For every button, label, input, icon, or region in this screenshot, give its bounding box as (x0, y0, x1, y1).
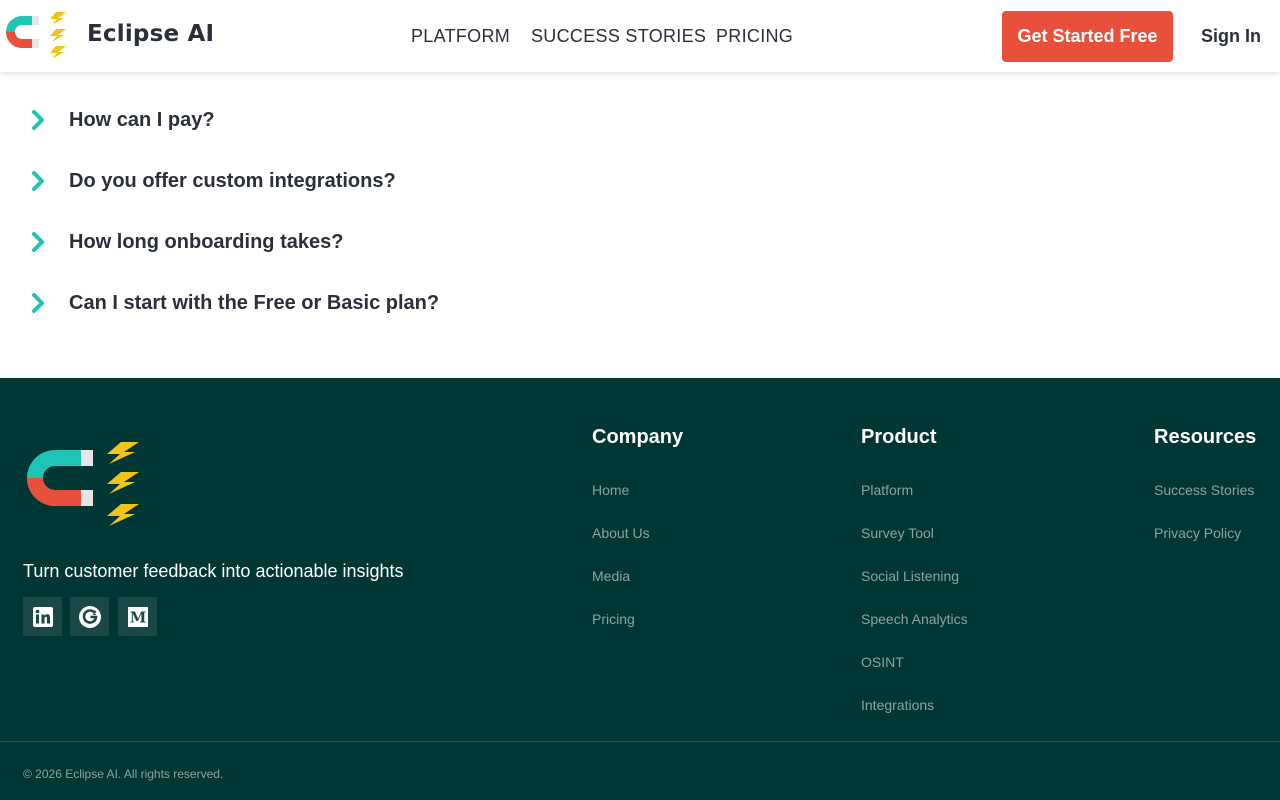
faq-item-payment[interactable]: How can I pay? (28, 105, 215, 135)
magnet-logo-icon (27, 442, 139, 526)
faq-question: How long onboarding takes? (69, 230, 344, 253)
footer-link-success-stories[interactable]: Success Stories (1154, 482, 1254, 498)
nav-pricing[interactable]: PRICING (716, 26, 793, 47)
linkedin-button[interactable] (23, 597, 62, 636)
chevron-right-icon (28, 292, 48, 314)
nav-platform[interactable]: PLATFORM (411, 26, 510, 47)
footer-link-speech-analytics[interactable]: Speech Analytics (861, 611, 968, 627)
sign-in-link[interactable]: Sign In (1201, 26, 1261, 47)
faq-item-onboarding[interactable]: How long onboarding takes? (28, 227, 343, 257)
medium-button[interactable]: M (118, 597, 157, 636)
brand-logo[interactable] (4, 12, 70, 60)
footer-link-pricing[interactable]: Pricing (592, 611, 635, 627)
footer-link-integrations[interactable]: Integrations (861, 697, 934, 713)
chevron-right-icon (28, 231, 48, 253)
faq-question: Do you offer custom integrations? (69, 169, 396, 192)
site-footer: Turn customer feedback into actionable i… (0, 378, 1280, 800)
linkedin-icon (32, 606, 53, 627)
footer-link-social-listening[interactable]: Social Listening (861, 568, 959, 584)
svg-text:M: M (129, 608, 146, 626)
faq-item-integrations[interactable]: Do you offer custom integrations? (28, 166, 396, 196)
footer-link-survey-tool[interactable]: Survey Tool (861, 525, 934, 541)
nav-success-stories[interactable]: SUCCESS STORIES (531, 26, 706, 47)
footer-company-heading: Company (592, 426, 684, 448)
copyright-text: © 2026 Eclipse AI. All rights reserved. (23, 767, 224, 781)
faq-item-free-plan[interactable]: Can I start with the Free or Basic plan? (28, 288, 439, 318)
g2-icon: 2 (78, 605, 101, 628)
g2-button[interactable]: 2 (70, 597, 109, 636)
faq-question: How can I pay? (69, 108, 215, 131)
medium-icon: M (127, 606, 148, 627)
chevron-right-icon (28, 109, 48, 131)
footer-divider (0, 741, 1280, 742)
site-header: Eclipse AI PLATFORM SUCCESS STORIES PRIC… (0, 0, 1280, 72)
brand-name[interactable]: Eclipse AI (87, 21, 214, 47)
footer-product-heading: Product (861, 426, 937, 448)
footer-logo[interactable] (23, 442, 141, 533)
footer-resources-heading: Resources (1154, 426, 1257, 448)
get-started-button[interactable]: Get Started Free (1002, 11, 1173, 62)
faq-question: Can I start with the Free or Basic plan? (69, 291, 440, 314)
footer-link-about-us[interactable]: About Us (592, 525, 650, 541)
footer-link-platform[interactable]: Platform (861, 482, 913, 498)
footer-tagline: Turn customer feedback into actionable i… (23, 561, 404, 581)
footer-link-privacy-policy[interactable]: Privacy Policy (1154, 525, 1241, 541)
footer-link-home[interactable]: Home (592, 482, 629, 498)
footer-link-media[interactable]: Media (592, 568, 630, 584)
magnet-logo-icon (6, 12, 66, 59)
svg-text:2: 2 (92, 610, 96, 617)
chevron-right-icon (28, 170, 48, 192)
footer-link-osint[interactable]: OSINT (861, 654, 904, 670)
